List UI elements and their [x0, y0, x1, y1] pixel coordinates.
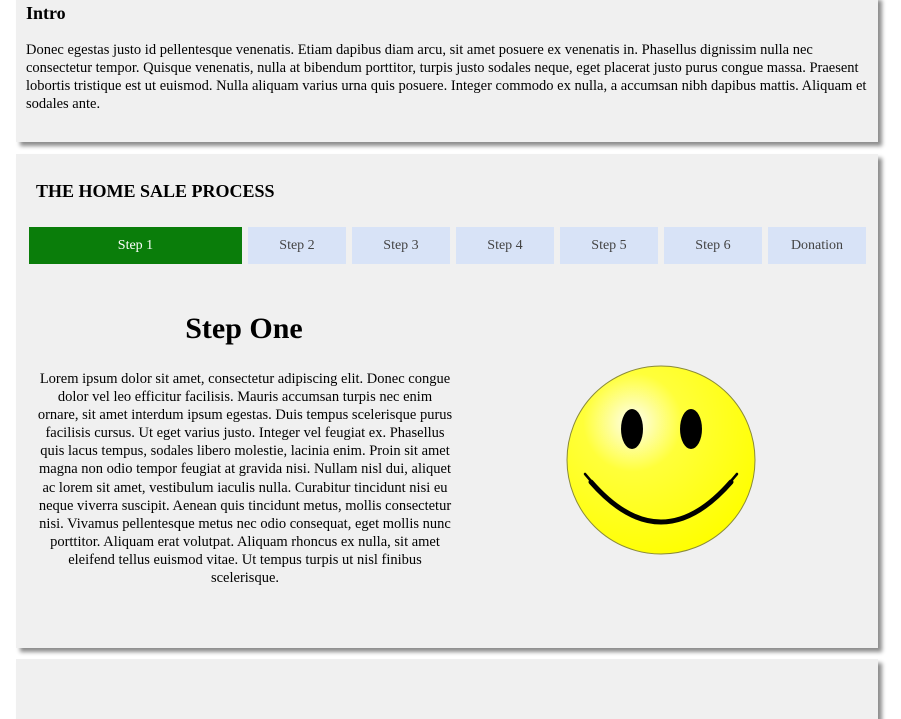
intro-section: Intro Donec egestas justo id pellentesqu… [16, 0, 878, 142]
next-section [16, 659, 878, 719]
tab-step-2[interactable]: Step 2 [248, 227, 346, 264]
smiley-face-icon [566, 365, 756, 555]
tab-step-6[interactable]: Step 6 [664, 227, 762, 264]
tab-step-4[interactable]: Step 4 [456, 227, 554, 264]
tab-step-5[interactable]: Step 5 [560, 227, 658, 264]
tab-step-1[interactable]: Step 1 [29, 227, 242, 264]
tab-step-3[interactable]: Step 3 [352, 227, 450, 264]
intro-title: Intro [26, 3, 66, 23]
intro-paragraph: Donec egestas justo id pellentesque vene… [26, 42, 867, 112]
process-title: THE HOME SALE PROCESS [36, 181, 275, 201]
step-heading: Step One [185, 312, 303, 345]
tab-donation[interactable]: Donation [768, 227, 866, 264]
step-paragraph: Lorem ipsum dolor sit amet, consectetur … [37, 371, 453, 587]
home-sale-process-section: THE HOME SALE PROCESS Step 1 Step 2 Step… [16, 154, 878, 648]
